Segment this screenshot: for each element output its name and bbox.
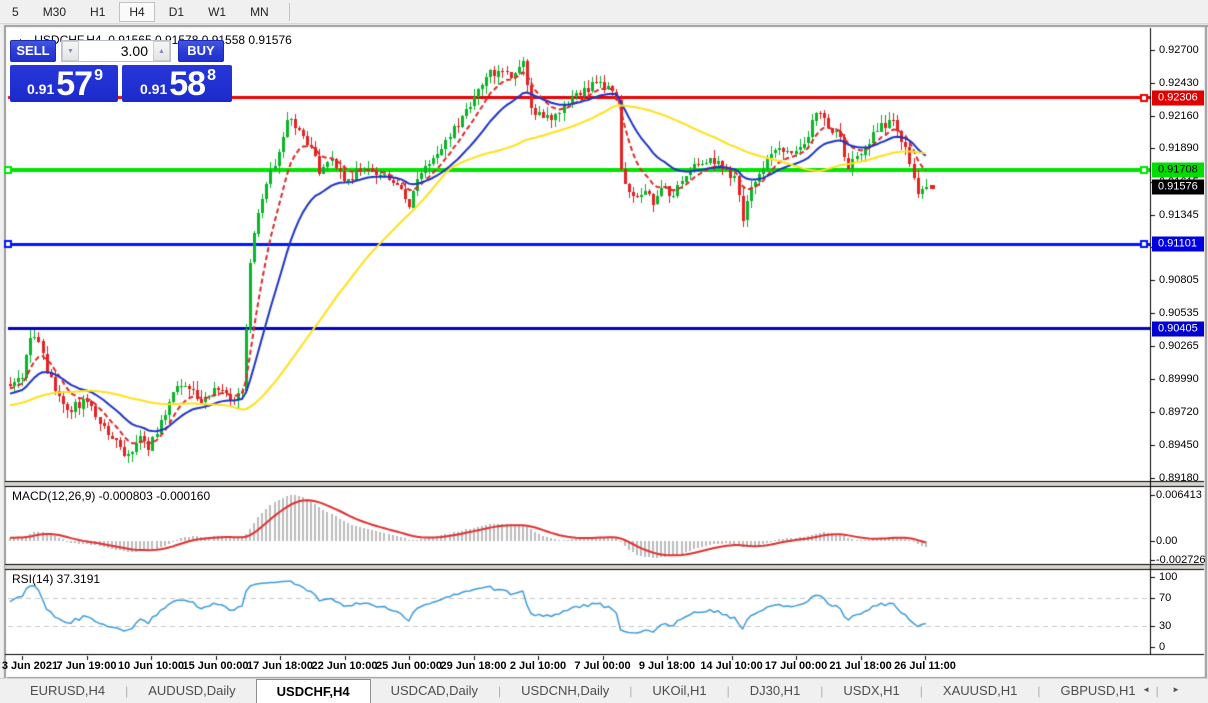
buy-price-big: 58 bbox=[169, 71, 205, 99]
volume-spinner: ▼ 3.00 ▲ bbox=[61, 40, 171, 62]
buy-price-display[interactable]: 0.91 58 8 bbox=[122, 65, 232, 102]
volume-field[interactable]: 3.00 bbox=[79, 41, 153, 61]
timeframe-toolbar: 5M30H1H4D1W1MN bbox=[0, 0, 1208, 24]
chart-tab-usdcad[interactable]: USDCAD,Daily bbox=[371, 679, 498, 703]
tab-scroll-right-button[interactable]: ► bbox=[1172, 685, 1180, 694]
chart-tab-usdcnh[interactable]: USDCNH,Daily bbox=[501, 679, 629, 703]
chart-tab-bar: EURUSD,H4|AUDUSD,DailyUSDCHF,H4USDCAD,Da… bbox=[0, 678, 1208, 703]
sell-price-pip: 9 bbox=[94, 67, 103, 85]
timeframe-button-mn[interactable]: MN bbox=[240, 2, 279, 22]
chart-tab-usdchf[interactable]: USDCHF,H4 bbox=[256, 679, 371, 703]
timeframe-button-5[interactable]: 5 bbox=[2, 2, 29, 22]
chart-tab-audusd[interactable]: AUDUSD,Daily bbox=[128, 679, 255, 703]
chart-tab-xauusd[interactable]: XAUUSD,H1 bbox=[923, 679, 1037, 703]
volume-decrease-button[interactable]: ▼ bbox=[62, 41, 79, 61]
timeframe-button-m30[interactable]: M30 bbox=[33, 2, 76, 22]
chart-tab-usdx[interactable]: USDX,H1 bbox=[823, 679, 919, 703]
timeframe-button-w1[interactable]: W1 bbox=[198, 2, 236, 22]
timeframe-button-h1[interactable]: H1 bbox=[80, 2, 115, 22]
timeframe-button-d1[interactable]: D1 bbox=[159, 2, 194, 22]
chart-tab-ukoil[interactable]: UKOil,H1 bbox=[632, 679, 726, 703]
chart-canvas[interactable] bbox=[0, 0, 1208, 703]
tab-scroll-left-button[interactable]: ◄ bbox=[1142, 685, 1150, 694]
buy-price-pip: 8 bbox=[207, 67, 216, 85]
toolbar-separator bbox=[289, 3, 290, 21]
one-click-trade-panel: SELL ▼ 3.00 ▲ BUY 0.91 57 9 0.91 58 8 bbox=[10, 40, 232, 102]
mt4-window: { "toolbar": { "timeframes": ["5","M30",… bbox=[0, 0, 1208, 703]
sell-button[interactable]: SELL bbox=[10, 40, 56, 62]
sell-price-big: 57 bbox=[56, 71, 92, 99]
sell-price-prefix: 0.91 bbox=[27, 81, 54, 97]
buy-price-prefix: 0.91 bbox=[140, 81, 167, 97]
chart-tab-eurusd[interactable]: EURUSD,H4 bbox=[10, 679, 125, 703]
buy-button[interactable]: BUY bbox=[178, 40, 224, 62]
chart-tab-dj30[interactable]: DJ30,H1 bbox=[730, 679, 821, 703]
volume-increase-button[interactable]: ▲ bbox=[153, 41, 170, 61]
sell-price-display[interactable]: 0.91 57 9 bbox=[10, 65, 118, 102]
chart-tab-gbpusd[interactable]: GBPUSD,H1 bbox=[1040, 679, 1155, 703]
timeframe-button-h4[interactable]: H4 bbox=[119, 2, 154, 22]
